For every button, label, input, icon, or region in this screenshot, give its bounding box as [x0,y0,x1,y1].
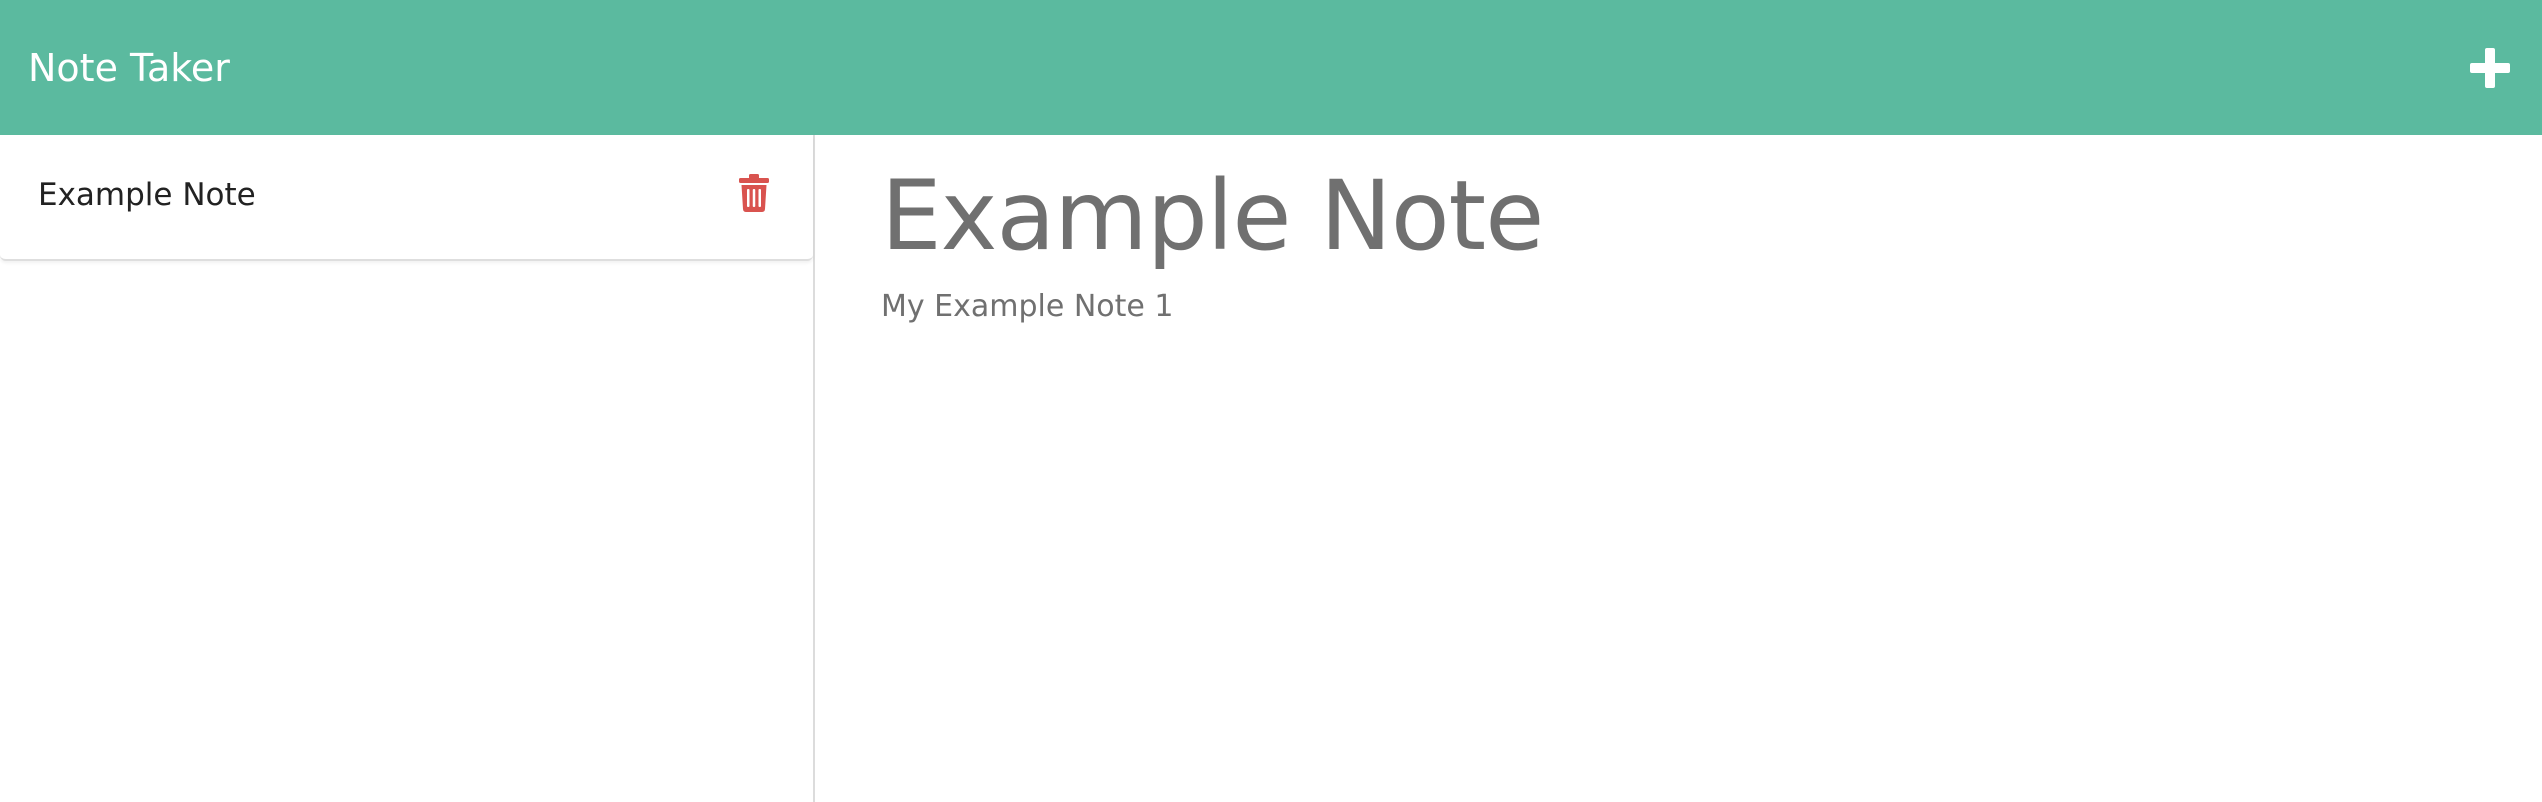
plus-icon [2470,47,2510,88]
app-brand[interactable]: Note Taker [28,46,230,90]
trash-icon [739,174,769,212]
note-list-item[interactable]: Example Note [0,135,813,261]
note-body-textarea[interactable]: My Example Note 1 [881,289,2381,689]
note-title-input[interactable] [881,161,2381,271]
delete-note-button[interactable] [737,173,771,213]
note-editor: My Example Note 1 [817,135,2542,802]
new-note-button[interactable] [2458,36,2522,100]
navbar: Note Taker [0,0,2542,135]
notes-sidebar: Example Note [0,135,815,802]
note-list-item-title: Example Note [38,177,256,213]
